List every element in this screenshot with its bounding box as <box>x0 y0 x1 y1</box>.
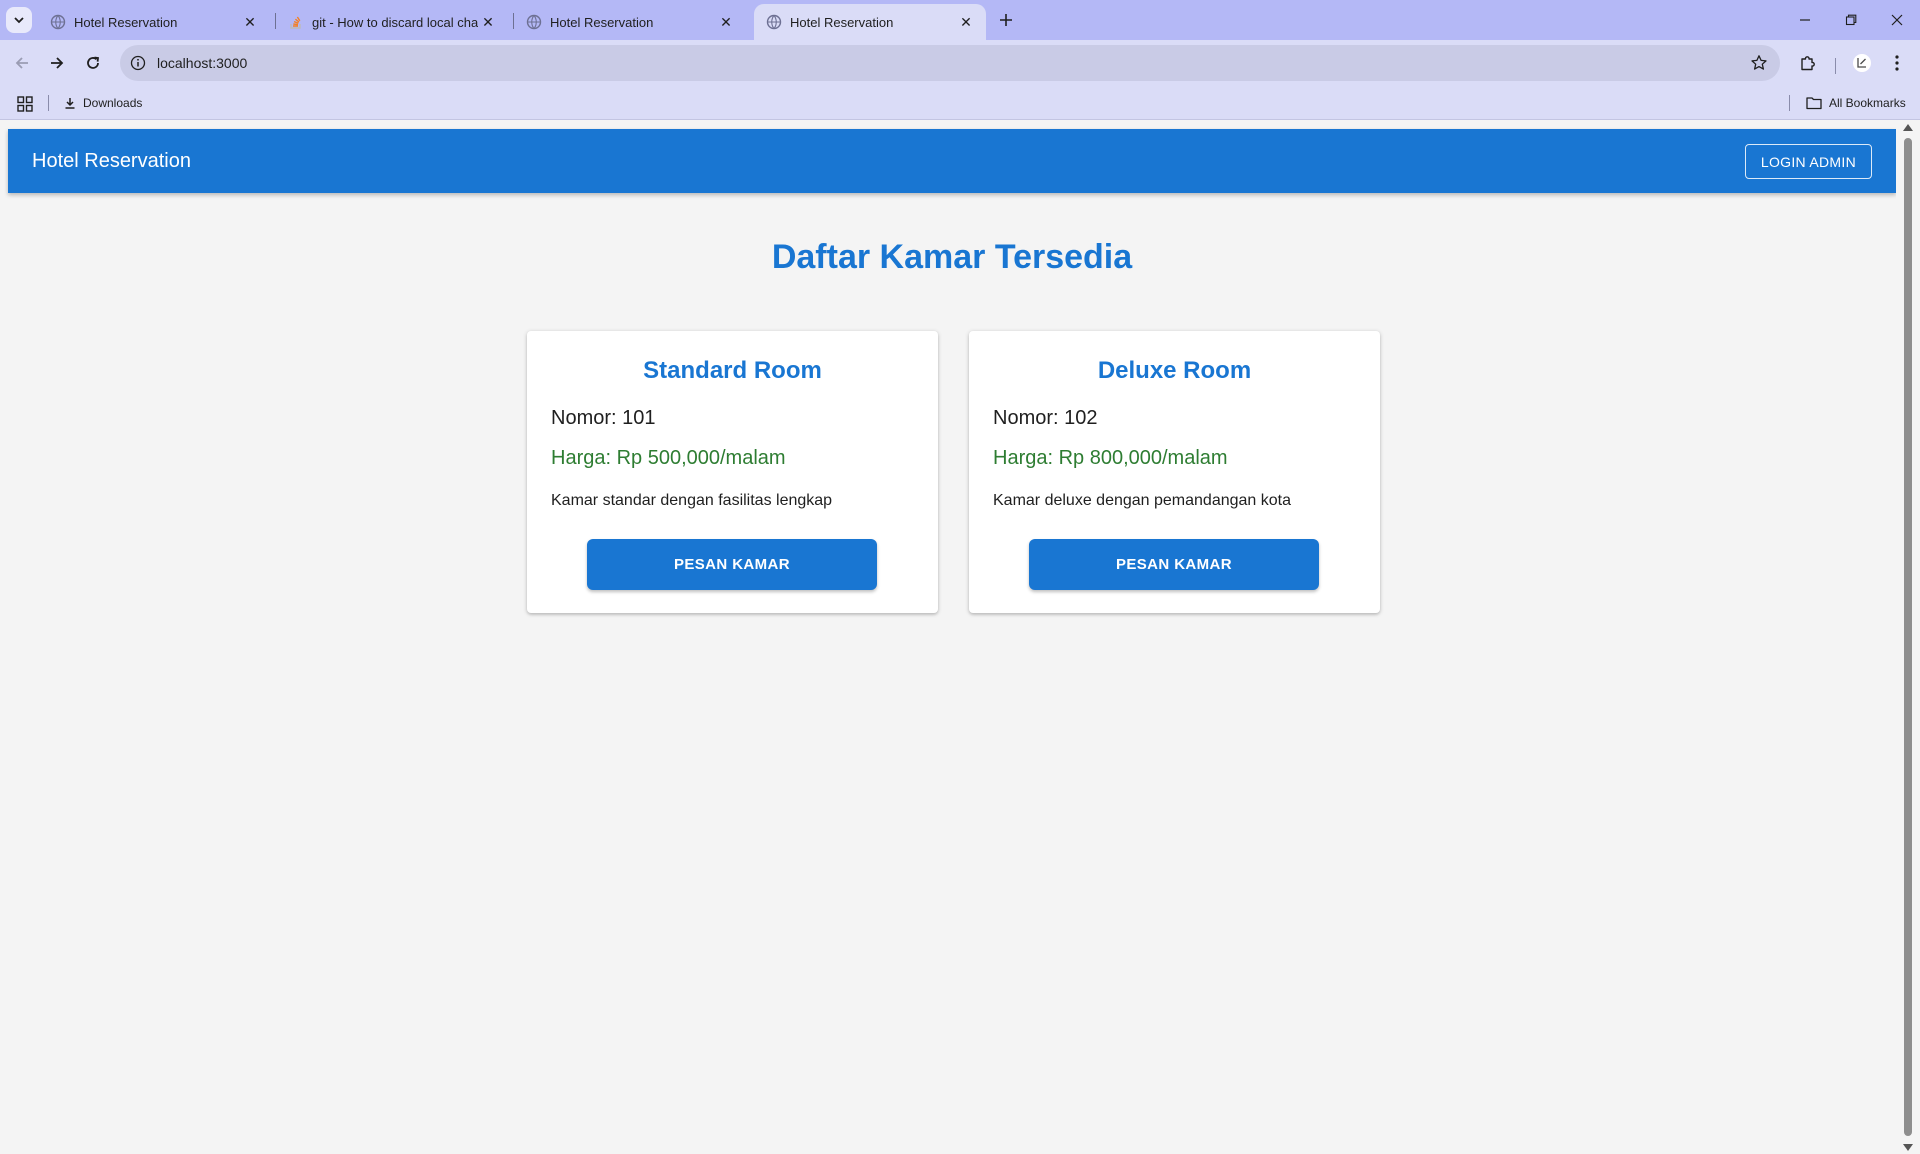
room-name: Deluxe Room <box>1097 357 1252 384</box>
forward-button[interactable] <box>42 48 72 78</box>
menu-button[interactable] <box>1886 52 1908 74</box>
folder-icon <box>1806 97 1822 110</box>
close-window-button[interactable] <box>1874 6 1920 34</box>
restore-button[interactable] <box>1828 6 1874 34</box>
room-card: Standard Room Nomor: 101 Harga: Rp 500,0… <box>527 331 938 613</box>
globe-icon <box>50 14 66 30</box>
tab-hotel-reservation-2[interactable]: Hotel Reservation ✕ <box>514 4 746 40</box>
bookmarks-divider <box>1789 95 1790 111</box>
new-tab-button[interactable] <box>994 8 1018 32</box>
browser-toolbar: localhost:3000 <box>0 40 1920 86</box>
bookmark-label: Downloads <box>83 96 143 110</box>
scroll-up-arrow[interactable] <box>1903 124 1913 131</box>
room-name: Standard Room <box>643 357 822 384</box>
address-bar[interactable]: localhost:3000 <box>120 45 1780 81</box>
close-icon[interactable]: ✕ <box>716 12 736 32</box>
tab-title: Hotel Reservation <box>74 14 178 30</box>
profile-button[interactable] <box>1851 52 1873 74</box>
tab-hotel-reservation-active[interactable]: Hotel Reservation ✕ <box>754 4 986 40</box>
bookmark-downloads[interactable]: Downloads <box>64 86 142 120</box>
page-viewport: Hotel Reservation LOGIN ADMIN Daftar Kam… <box>0 120 1920 1154</box>
reload-icon <box>87 56 99 69</box>
toolbar-divider <box>1835 58 1836 74</box>
info-icon[interactable] <box>130 55 146 71</box>
room-price: Harga: Rp 800,000/malam <box>993 447 1228 469</box>
room-number: Nomor: 101 <box>551 407 656 429</box>
back-button[interactable] <box>7 48 37 78</box>
close-icon[interactable]: ✕ <box>478 12 498 32</box>
all-bookmarks-label: All Bookmarks <box>1829 96 1906 110</box>
apps-grid-icon[interactable] <box>16 95 34 113</box>
room-number: Nomor: 102 <box>993 407 1098 429</box>
reload-button[interactable] <box>78 48 108 78</box>
restore-icon <box>1845 14 1857 26</box>
plus-icon <box>1000 14 1012 26</box>
url-text[interactable]: localhost:3000 <box>157 55 247 71</box>
tab-strip: Hotel Reservation ✕ git - How to discard… <box>0 0 1920 40</box>
book-room-button[interactable]: PESAN KAMAR <box>1029 539 1319 590</box>
page-title: Daftar Kamar Tersedia <box>771 238 1133 276</box>
room-card: Deluxe Room Nomor: 102 Harga: Rp 800,000… <box>969 331 1380 613</box>
globe-icon <box>766 14 782 30</box>
profile-avatar-icon <box>1853 54 1871 72</box>
room-description: Kamar standar dengan fasilitas lengkap <box>551 492 833 509</box>
book-room-button[interactable]: PESAN KAMAR <box>587 539 877 590</box>
app-bar: Hotel Reservation LOGIN ADMIN <box>8 129 1896 193</box>
stackoverflow-icon <box>290 16 301 29</box>
tab-title: Hotel Reservation <box>790 14 894 30</box>
vertical-scrollbar[interactable] <box>1896 120 1920 1154</box>
room-price: Harga: Rp 500,000/malam <box>551 447 786 469</box>
arrow-left-icon <box>15 57 28 69</box>
scroll-down-arrow[interactable] <box>1903 1144 1913 1151</box>
bookmarks-divider <box>48 95 49 111</box>
close-icon <box>1891 14 1903 26</box>
app-brand[interactable]: Hotel Reservation <box>32 129 191 193</box>
star-icon[interactable] <box>1750 54 1768 72</box>
all-bookmarks-button[interactable]: All Bookmarks <box>1806 86 1906 120</box>
chevron-down-icon <box>14 17 24 24</box>
extensions-button[interactable] <box>1797 52 1819 74</box>
download-icon <box>65 98 75 109</box>
tab-search-button[interactable] <box>6 7 32 33</box>
minimize-icon <box>1800 19 1810 21</box>
more-vertical-icon <box>1895 55 1899 71</box>
tab-title: Hotel Reservation <box>550 14 654 30</box>
room-description: Kamar deluxe dengan pemandangan kota <box>993 492 1291 509</box>
tab-git-discard[interactable]: git - How to discard local changes ✕ <box>276 4 508 40</box>
login-admin-button[interactable]: LOGIN ADMIN <box>1744 144 1872 179</box>
scrollbar-thumb[interactable] <box>1904 138 1912 1136</box>
globe-icon <box>526 14 542 30</box>
tab-title: git - How to discard local changes <box>312 14 478 30</box>
close-icon[interactable]: ✕ <box>240 12 260 32</box>
bookmarks-bar: Downloads All Bookmarks <box>0 86 1920 120</box>
tab-hotel-reservation-1[interactable]: Hotel Reservation ✕ <box>38 4 270 40</box>
arrow-right-icon <box>51 57 64 69</box>
minimize-button[interactable] <box>1782 6 1828 34</box>
puzzle-icon <box>1801 56 1815 71</box>
close-icon[interactable]: ✕ <box>956 12 976 32</box>
